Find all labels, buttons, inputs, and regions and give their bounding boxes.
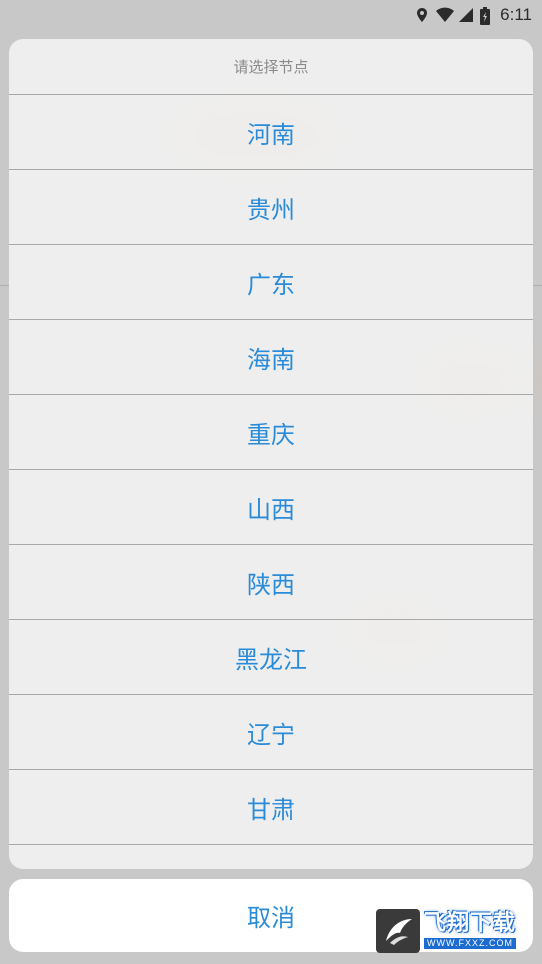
node-selection-sheet: 请选择节点 河南 贵州 广东 海南 重庆 山西 陕西 黑龙江 辽宁 甘肃 (9, 39, 533, 869)
watermark-main-text: 飞翔下载 (424, 911, 517, 936)
watermark-logo-icon (376, 909, 420, 953)
wifi-icon (436, 7, 455, 23)
status-bar: 6:11 (0, 0, 542, 30)
option-liaoning[interactable]: 辽宁 (9, 695, 533, 770)
option-shaanxi[interactable]: 陕西 (9, 545, 533, 620)
location-icon (414, 7, 430, 23)
option-shanxi[interactable]: 山西 (9, 470, 533, 545)
option-henan[interactable]: 河南 (9, 95, 533, 170)
watermark-sub-text: WWW.FXXZ.COM (424, 938, 517, 949)
signal-icon (458, 7, 474, 23)
status-time: 6:11 (500, 5, 532, 24)
option-heilongjiang[interactable]: 黑龙江 (9, 620, 533, 695)
watermark: 飞翔下载 WWW.FXXZ.COM (376, 908, 532, 954)
sheet-title: 请选择节点 (9, 39, 533, 95)
battery-icon (480, 7, 491, 25)
option-hainan[interactable]: 海南 (9, 320, 533, 395)
cancel-label: 取消 (247, 904, 295, 932)
option-chongqing[interactable]: 重庆 (9, 395, 533, 470)
option-guizhou[interactable]: 贵州 (9, 170, 533, 245)
option-gansu[interactable]: 甘肃 (9, 770, 533, 845)
option-guangdong[interactable]: 广东 (9, 245, 533, 320)
